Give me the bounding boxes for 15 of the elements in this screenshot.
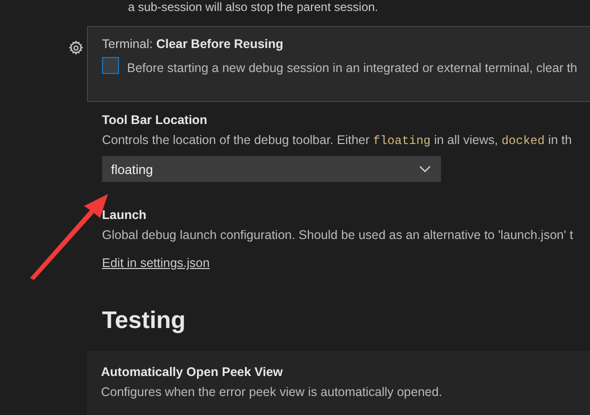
setting-title: Tool Bar Location	[102, 113, 208, 127]
settings-icon[interactable]	[68, 40, 84, 56]
setting-description: a sub-session will also stop the parent session.	[127, 0, 380, 14]
location-dropdown[interactable]: floating	[102, 156, 441, 182]
section-heading: Testing	[102, 307, 187, 336]
setting-description: Global debug launch configuration. Should be used as an alternative to 'launch.json' t	[102, 228, 574, 242]
setting-title: Automatically Open Peek View	[101, 365, 284, 379]
chevron-down-icon	[419, 165, 431, 173]
setting-description: Before starting a new debug session in an integrated or external terminal, clear th	[127, 61, 578, 75]
setting-title: Terminal: Clear Before Reusing	[102, 37, 284, 51]
setting-title: Launch	[102, 208, 148, 222]
setting-description: Configures when the error peek view is automatically opened.	[101, 385, 444, 399]
setting-description: Controls the location of the debug toolbar. Either floating in all views, docked in th	[102, 133, 573, 148]
checkbox[interactable]	[102, 56, 119, 74]
edit-settings-link[interactable]: Edit in settings.json	[102, 256, 210, 270]
